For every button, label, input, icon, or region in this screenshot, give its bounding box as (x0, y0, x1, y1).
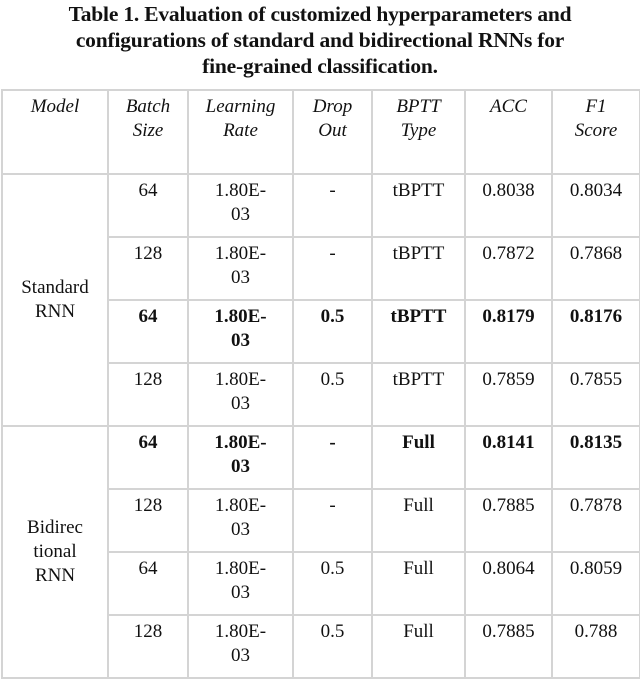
model-group-label: Bidirec tional RNN (1, 425, 109, 679)
results-table: Model Batch Size Learning Rate Drop Out BPT… (1, 89, 640, 679)
model-group-label: Standard RNN (1, 173, 109, 427)
dropout-cell: - (292, 488, 373, 553)
model-label-line: Bidirec (27, 517, 83, 538)
header-dropout: Drop Out (292, 89, 373, 175)
acc-cell: 0.7885 (464, 488, 553, 553)
header-row: Model Batch Size Learning Rate Drop Out BPT… (1, 89, 640, 175)
header-learning-rate: Learning Rate (187, 89, 294, 175)
bptt-type-cell: tBPTT (371, 299, 466, 364)
f1-score-cell: 0.8135 (551, 425, 640, 490)
caption-line: configurations of standard and bidirecti… (75, 28, 565, 52)
dropout-cell: - (292, 236, 373, 301)
learning-rate-cell: 1.80E- 03 (187, 173, 294, 238)
bptt-type-cell: tBPTT (371, 173, 466, 238)
batch-size-cell: 64 (107, 299, 189, 364)
f1-score-cell: 0.7868 (551, 236, 640, 301)
f1-score-cell: 0.8034 (551, 173, 640, 238)
f1-score-cell: 0.7878 (551, 488, 640, 553)
acc-cell: 0.7885 (464, 614, 553, 679)
batch-size-cell: 128 (107, 614, 189, 679)
acc-cell: 0.8038 (464, 173, 553, 238)
batch-size-cell: 64 (107, 425, 189, 490)
dropout-cell: 0.5 (292, 614, 373, 679)
dropout-cell: - (292, 173, 373, 238)
f1-score-cell: 0.8176 (551, 299, 640, 364)
acc-cell: 0.8141 (464, 425, 553, 490)
f1-score-cell: 0.8059 (551, 551, 640, 616)
acc-cell: 0.7872 (464, 236, 553, 301)
table-body: Standard RNN 64 1.80E- 03- tBPTT 0.8038 0.8034 1… (1, 173, 640, 679)
table-row: Standard RNN 64 1.80E- 03- tBPTT 0.8038 0.8034 (1, 173, 640, 427)
model-label-line: RNN (34, 301, 76, 322)
f1-score-cell: 0.7855 (551, 362, 640, 427)
bptt-type-cell: tBPTT (371, 362, 466, 427)
learning-rate-cell: 1.80E- 03 (187, 488, 294, 553)
header-model: Model (1, 89, 109, 175)
learning-rate-cell: 1.80E- 03 (187, 236, 294, 301)
bptt-type-cell: Full (371, 551, 466, 616)
batch-size-cell: 64 (107, 173, 189, 238)
learning-rate-cell: 1.80E- 03 (187, 551, 294, 616)
model-label-line: Standard (21, 277, 89, 298)
acc-cell: 0.7859 (464, 362, 553, 427)
model-label-line: tional (33, 541, 77, 562)
header-batch-size: Batch Size (107, 89, 189, 175)
table-row: Bidirec tional RNN 64 1.80E- 03- Full 0.8141 0.8… (1, 425, 640, 679)
table-caption: Table 1. Evaluation of customized hyperp… (0, 0, 640, 88)
dropout-cell: 0.5 (292, 362, 373, 427)
learning-rate-cell: 1.80E- 03 (187, 614, 294, 679)
f1-score-cell: 0.788 (551, 614, 640, 679)
learning-rate-cell: 1.80E- 03 (187, 362, 294, 427)
acc-cell: 0.8179 (464, 299, 553, 364)
batch-size-cell: 128 (107, 488, 189, 553)
dropout-cell: 0.5 (292, 551, 373, 616)
batch-size-cell: 128 (107, 362, 189, 427)
bptt-type-cell: Full (371, 488, 466, 553)
header-bptt-type: BPTT Type (371, 89, 466, 175)
batch-size-cell: 128 (107, 236, 189, 301)
batch-size-cell: 64 (107, 551, 189, 616)
bptt-type-cell: tBPTT (371, 236, 466, 301)
dropout-cell: - (292, 425, 373, 490)
caption-line: Table 1. Evaluation of customized hyperp… (68, 2, 572, 26)
caption-line: fine-grained classification. (202, 54, 438, 78)
dropout-cell: 0.5 (292, 299, 373, 364)
bptt-type-cell: Full (371, 425, 466, 490)
bptt-type-cell: Full (371, 614, 466, 679)
header-f1-score: F1 Score (551, 89, 640, 175)
model-label-line: RNN (34, 565, 76, 586)
header-acc: ACC (464, 89, 553, 175)
acc-cell: 0.8064 (464, 551, 553, 616)
learning-rate-cell: 1.80E- 03 (187, 299, 294, 364)
learning-rate-cell: 1.80E- 03 (187, 425, 294, 490)
